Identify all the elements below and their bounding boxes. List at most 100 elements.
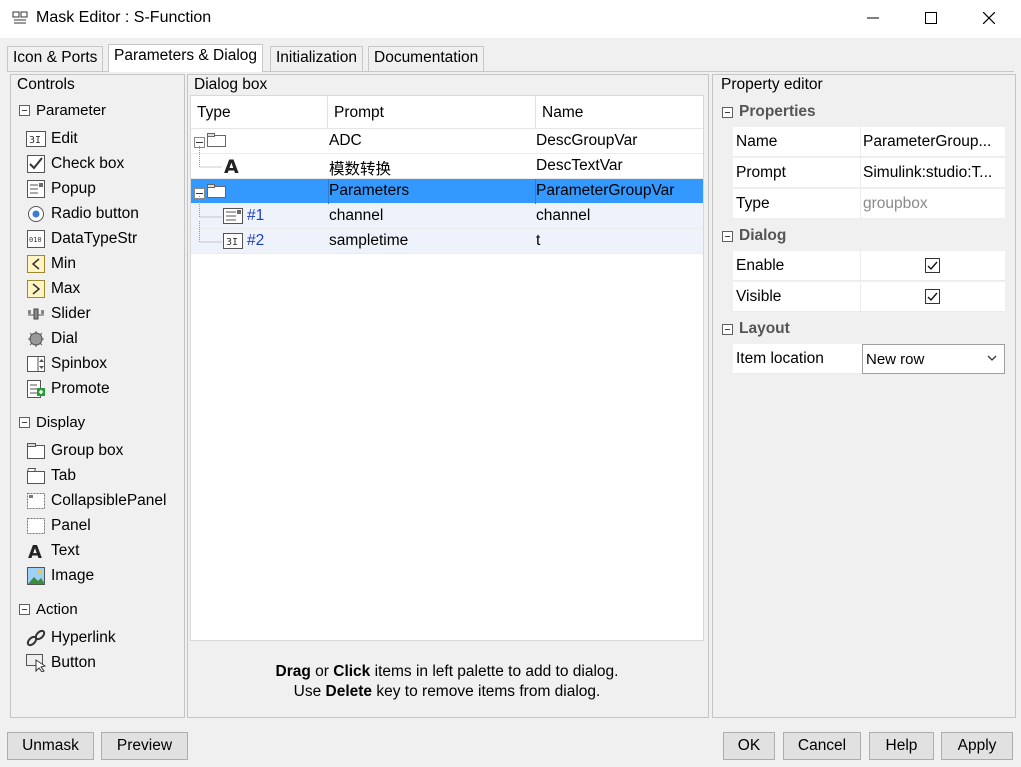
column-header-type[interactable]: Type — [191, 96, 328, 129]
enable-checkbox[interactable] — [925, 258, 940, 273]
palette-label: Image — [51, 567, 95, 584]
group-box-icon — [26, 441, 46, 461]
visible-checkbox[interactable] — [925, 289, 940, 304]
palette-button[interactable]: Button — [26, 652, 96, 674]
palette-popup[interactable]: Popup — [26, 178, 96, 200]
table-row-selected[interactable]: Parameters ParameterGroupVar — [191, 179, 703, 204]
maximize-button[interactable] — [902, 0, 960, 38]
palette-label: Hyperlink — [51, 629, 116, 646]
palette-collapsiblepanel[interactable]: CollapsiblePanel — [26, 490, 166, 512]
property-row-item-location: Item location New row — [733, 344, 1005, 374]
palette-label: Panel — [51, 517, 91, 534]
datatype-icon: 010 — [26, 229, 46, 249]
panel-icon — [26, 516, 46, 536]
property-value[interactable]: Simulink:studio:T... — [863, 164, 1003, 182]
palette-spinbox[interactable]: Spinbox — [26, 353, 107, 375]
collapse-icon — [19, 603, 30, 615]
palette-label: Check box — [51, 155, 125, 172]
minimize-icon — [867, 11, 879, 28]
popup-icon — [26, 179, 46, 199]
maximize-icon — [925, 11, 937, 28]
section-properties[interactable]: Properties — [722, 103, 816, 121]
window-title: Mask Editor : S-Function — [36, 9, 212, 26]
category-parameter[interactable]: Parameter — [19, 100, 106, 120]
palette-label: Edit — [51, 130, 78, 147]
table-row[interactable]: ADC DescGroupVar — [191, 129, 703, 154]
mask-editor-icon — [12, 10, 28, 26]
category-action[interactable]: Action — [19, 599, 78, 619]
row-prompt: Parameters — [329, 182, 410, 199]
palette-check-box[interactable]: Check box — [26, 153, 124, 175]
hyperlink-icon — [26, 628, 46, 648]
row-name: DescTextVar — [536, 157, 623, 174]
palette-slider[interactable]: Slider — [26, 303, 91, 325]
spinbox-icon — [26, 354, 46, 374]
title-bar: Mask Editor : S-Function — [0, 0, 1021, 38]
property-row-prompt[interactable]: Prompt Simulink:studio:T... — [733, 158, 1005, 188]
palette-tab[interactable]: Tab — [26, 465, 76, 487]
palette-datatypestr[interactable]: 010 DataTypeStr — [26, 228, 137, 250]
svg-text:3I: 3I — [29, 135, 41, 146]
tab-icon-ports[interactable]: Icon & Ports — [7, 46, 104, 71]
section-layout[interactable]: Layout — [722, 320, 790, 338]
svg-text:3I: 3I — [226, 237, 238, 248]
text-icon: A — [223, 155, 241, 179]
row-name: channel — [536, 207, 591, 224]
unmask-button[interactable]: Unmask — [7, 732, 94, 760]
property-row-visible: Visible — [733, 282, 1005, 312]
palette-group-box[interactable]: Group box — [26, 440, 123, 462]
edit-field-icon: 3I — [26, 129, 46, 149]
dialog-hint: Drag or Click items in left palette to a… — [190, 644, 704, 714]
palette-dial[interactable]: Dial — [26, 328, 78, 350]
palette-label: Slider — [51, 305, 91, 322]
tab-icon — [26, 466, 46, 486]
table-row[interactable]: 3I #2 sampletime t — [191, 221, 703, 254]
collapse-icon — [19, 104, 30, 116]
collapse-icon — [722, 230, 733, 242]
palette-promote[interactable]: Promote — [26, 378, 110, 400]
radio-button-icon — [26, 204, 46, 224]
palette-label: Tab — [51, 467, 76, 484]
checkmark-icon — [927, 292, 938, 302]
property-row-name[interactable]: Name ParameterGroup... — [733, 127, 1005, 157]
apply-button[interactable]: Apply — [941, 732, 1013, 760]
palette-label: Popup — [51, 180, 96, 197]
table-row[interactable]: #1 channel channel — [191, 196, 703, 229]
checkbox-icon — [26, 154, 46, 174]
palette-text[interactable]: A Text — [26, 540, 79, 562]
tab-parameters-dialog[interactable]: Parameters & Dialog — [108, 44, 264, 72]
popup-icon — [223, 208, 243, 228]
palette-panel[interactable]: Panel — [26, 515, 91, 537]
palette-edit[interactable]: 3I Edit — [26, 128, 78, 150]
palette-radio-button[interactable]: Radio button — [26, 203, 139, 225]
column-header-prompt[interactable]: Prompt — [328, 96, 536, 129]
preview-button[interactable]: Preview — [101, 732, 188, 760]
close-button[interactable] — [960, 0, 1018, 38]
section-dialog[interactable]: Dialog — [722, 227, 786, 245]
min-icon — [26, 254, 46, 274]
palette-hyperlink[interactable]: Hyperlink — [26, 627, 116, 649]
edit-field-icon: 3I — [223, 233, 243, 253]
help-button[interactable]: Help — [869, 732, 934, 760]
cancel-button[interactable]: Cancel — [783, 732, 861, 760]
tab-initialization[interactable]: Initialization — [270, 46, 363, 71]
palette-min[interactable]: Min — [26, 253, 76, 275]
row-type-number: #1 — [247, 207, 265, 224]
tab-documentation[interactable]: Documentation — [368, 46, 485, 71]
palette-label: Min — [51, 255, 76, 272]
close-icon — [982, 11, 996, 28]
category-display[interactable]: Display — [19, 412, 85, 432]
property-value[interactable]: ParameterGroup... — [863, 133, 1003, 151]
palette-label: Text — [51, 542, 80, 559]
item-location-dropdown[interactable]: New row — [862, 344, 1005, 374]
minimize-button[interactable] — [844, 0, 902, 38]
column-header-name[interactable]: Name — [536, 96, 703, 129]
palette-max[interactable]: Max — [26, 278, 80, 300]
palette-image[interactable]: Image — [26, 565, 94, 587]
category-label: Parameter — [36, 101, 107, 119]
svg-text:A: A — [28, 542, 42, 560]
ok-button[interactable]: OK — [723, 732, 775, 760]
table-row[interactable]: A 模数转换 DescTextVar — [191, 146, 703, 179]
tree-connector — [199, 221, 225, 259]
collapse-icon — [722, 323, 733, 335]
